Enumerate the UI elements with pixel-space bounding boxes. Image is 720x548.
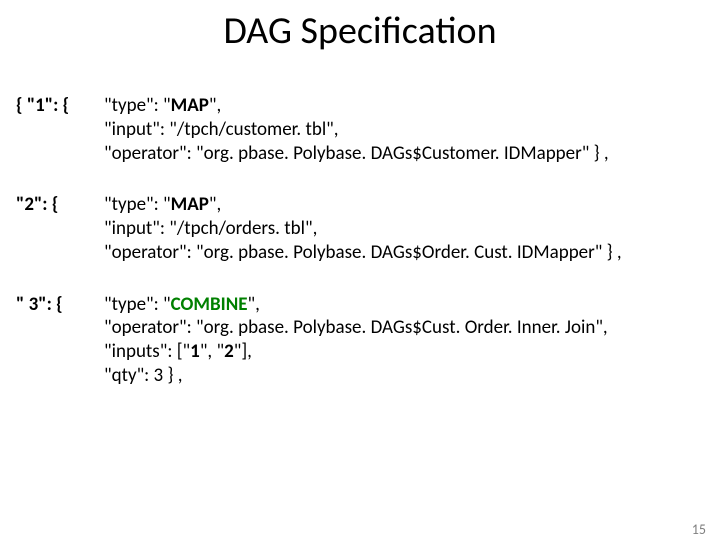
node-2-line1: "type": "MAP", [104, 193, 704, 217]
node-3-block: " 3": { "type": "COMBINE", "operator": "… [16, 293, 704, 388]
node-2-block: "2": { "type": "MAP", "input": "/tpch/or… [16, 193, 704, 264]
spec-content: { "1": { "type": "MAP", "input": "/tpch/… [0, 94, 720, 388]
page-number: 15 [692, 521, 706, 538]
node-1-line3: "operator": "org. pbase. Polybase. DAGs$… [104, 142, 704, 166]
node-3-line3: "inputs": ["1", "2"], [104, 340, 704, 364]
node-3-key: " 3": { [16, 293, 104, 317]
node-3-line1: "type": "COMBINE", [104, 293, 704, 317]
node-2-line3: "operator": "org. pbase. Polybase. DAGs$… [104, 241, 704, 265]
node-1-block: { "1": { "type": "MAP", "input": "/tpch/… [16, 94, 704, 165]
node-1-line1: "type": "MAP", [104, 94, 704, 118]
page-title: DAG Specification [0, 8, 720, 54]
node-3-line2: "operator": "org. pbase. Polybase. DAGs$… [104, 316, 704, 340]
node-2-line2: "input": "/tpch/orders. tbl", [104, 217, 704, 241]
node-1-line2: "input": "/tpch/customer. tbl", [104, 118, 704, 142]
node-1-key: { "1": { [16, 94, 104, 118]
node-3-line4: "qty": 3 } , [104, 364, 704, 388]
node-2-key: "2": { [16, 193, 104, 217]
